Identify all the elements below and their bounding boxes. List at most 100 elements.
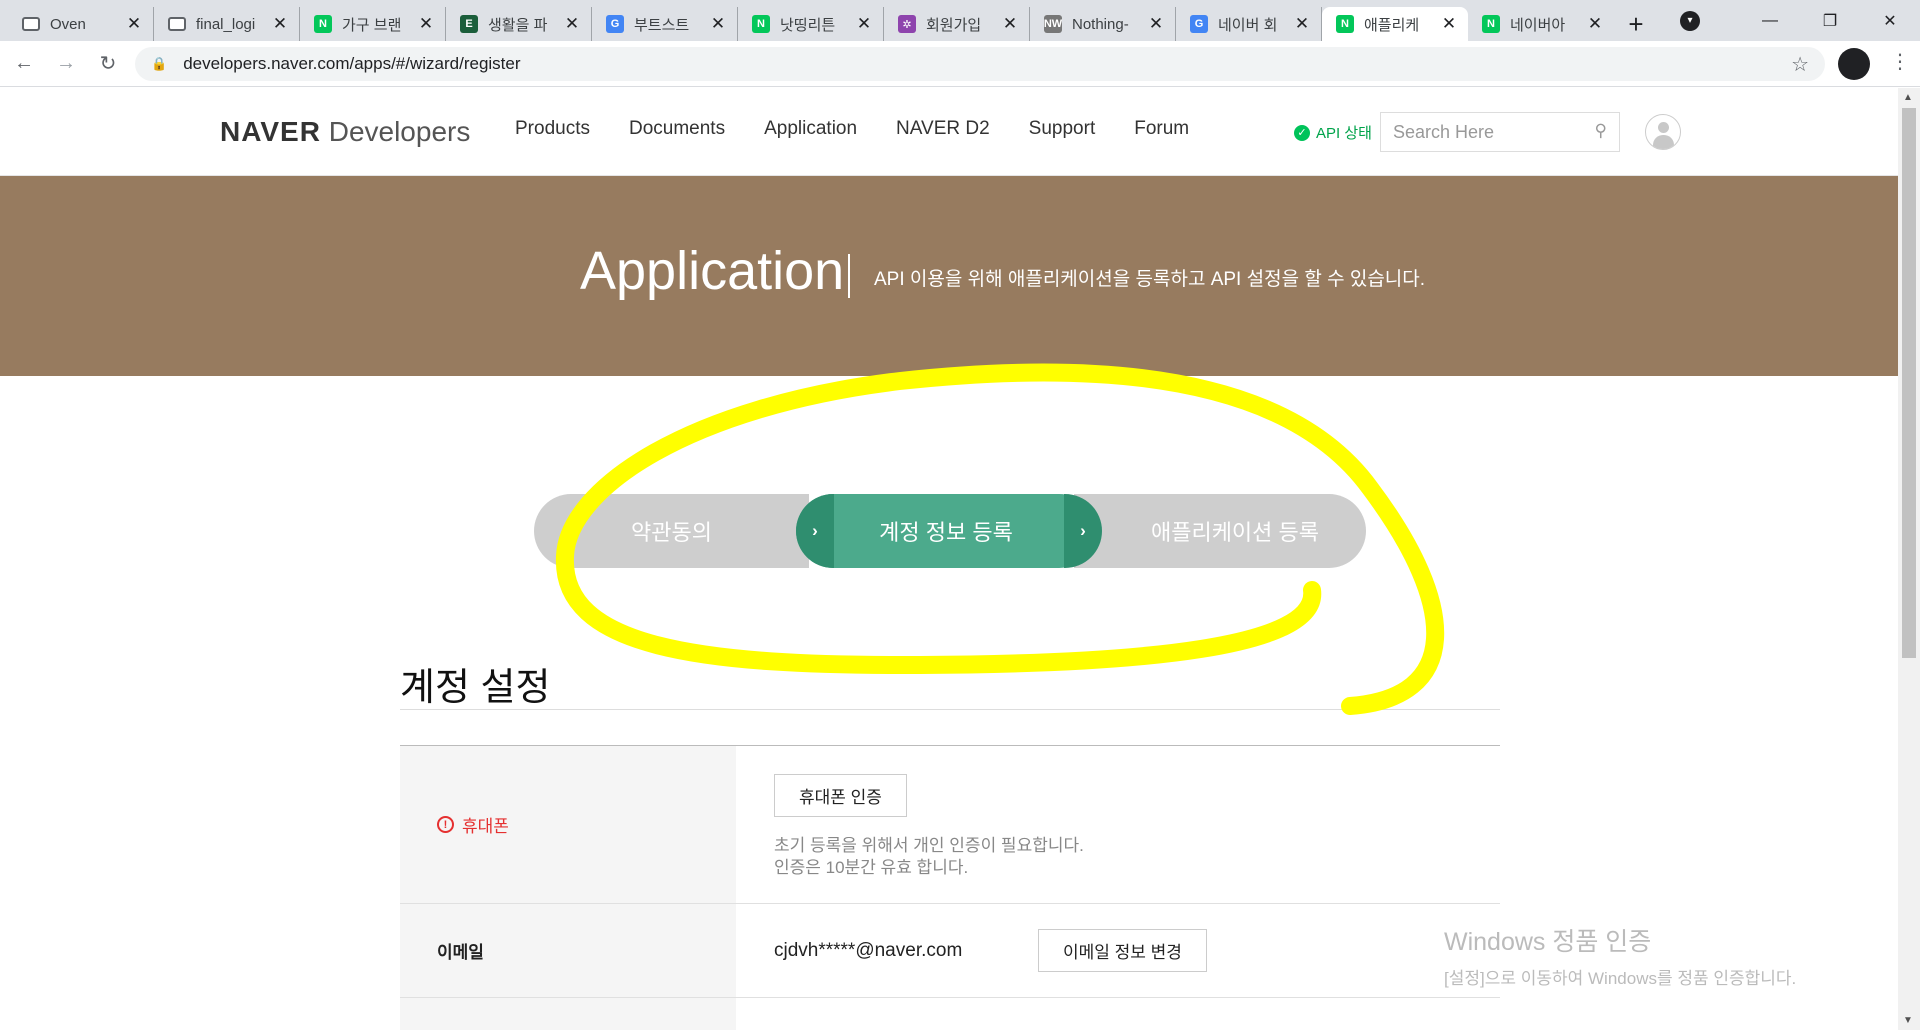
nav-application[interactable]: Application [764, 118, 857, 140]
main-nav: Products Documents Application NAVER D2 … [515, 118, 1228, 140]
tab-close-icon[interactable]: ✕ [1586, 14, 1604, 34]
page-viewport: NAVER Developers Products Documents Appl… [0, 88, 1898, 1030]
restore-button[interactable]: ❐ [1800, 0, 1860, 41]
phone-label: ! 휴대폰 [400, 746, 736, 903]
tab-title: final_logi [196, 15, 256, 33]
page-scrollbar[interactable]: ▲ ▼ [1898, 88, 1920, 1030]
tab-close-icon[interactable]: ✕ [855, 14, 873, 34]
form-row-next [400, 998, 1500, 1030]
phone-help-line1: 초기 등록을 위해서 개인 인증이 필요합니다. [774, 836, 1084, 855]
reload-icon[interactable]: ↻ [90, 46, 126, 82]
account-form: ! 휴대폰 휴대폰 인증 초기 등록을 위해서 개인 인증이 필요합니다. 인증… [400, 745, 1500, 1030]
tab-title: 네이버 회 [1218, 16, 1278, 34]
browser-tab[interactable]: NW Nothing- ✕ [1030, 7, 1176, 41]
browser-tab[interactable]: G 부트스트 ✕ [592, 7, 738, 41]
url-text: developers.naver.com/apps/#/wizard/regis… [183, 54, 521, 73]
site-header: NAVER Developers Products Documents Appl… [0, 88, 1898, 176]
tab-close-icon[interactable]: ✕ [1147, 14, 1165, 34]
tab-close-icon[interactable]: ✕ [709, 14, 727, 34]
tab-title: 네이버아 [1510, 16, 1566, 34]
tab-favicon-icon: N [752, 15, 770, 33]
step-app-register: 애플리케이션 등록 [1074, 494, 1366, 568]
search-icon[interactable]: ⚲ [1595, 121, 1607, 141]
browser-tab[interactable]: ✲ 회원가입 ✕ [884, 7, 1030, 41]
forward-icon[interactable]: → [48, 46, 84, 82]
back-icon[interactable]: ← [6, 46, 42, 82]
browser-tab-strip: Oven ✕ final_logi ✕ N 가구 브랜 ✕ E 생활을 파 ✕ G 부트스트 ✕ N 낫띵리… [0, 0, 1920, 41]
banner-description: API 이용을 위해 애플리케이션을 등록하고 API 설정을 할 수 있습니다… [874, 269, 1426, 290]
browser-tab[interactable]: N 애플리케 ✕ [1322, 7, 1468, 41]
tab-title: Oven [50, 15, 86, 33]
tab-favicon-icon [168, 17, 186, 31]
tab-close-icon[interactable]: ✕ [125, 14, 143, 34]
address-toolbar: ← → ↻ 🔒 developers.naver.com/apps/#/wiza… [0, 41, 1920, 87]
tab-favicon-icon: G [606, 15, 624, 33]
scroll-up-icon[interactable]: ▲ [1903, 92, 1913, 103]
tab-close-icon[interactable]: ✕ [1293, 14, 1311, 34]
form-row-phone: ! 휴대폰 휴대폰 인증 초기 등록을 위해서 개인 인증이 필요합니다. 인증… [400, 746, 1500, 904]
tab-favicon-icon [22, 17, 40, 31]
bookmark-star-icon[interactable]: ☆ [1791, 52, 1809, 77]
browser-tab[interactable]: final_logi ✕ [154, 7, 300, 41]
browser-tab[interactable]: N 네이버아 ✕ [1468, 7, 1614, 41]
nav-naver-d2[interactable]: NAVER D2 [896, 118, 990, 140]
tab-favicon-icon: E [460, 15, 478, 33]
section-divider [400, 709, 1500, 710]
user-avatar[interactable] [1645, 114, 1681, 150]
tab-title: 애플리케 [1364, 16, 1420, 34]
tab-favicon-icon: N [314, 15, 332, 33]
tab-favicon-icon: ✲ [898, 15, 916, 33]
email-value: cjdvh*****@naver.com [774, 939, 963, 961]
browser-tab[interactable]: N 가구 브랜 ✕ [300, 7, 446, 41]
phone-verify-button[interactable]: 휴대폰 인증 [774, 774, 907, 817]
naver-developers-logo[interactable]: NAVER Developers [220, 116, 470, 148]
tab-close-icon[interactable]: ✕ [1001, 14, 1019, 34]
windows-activation-watermark: Windows 정품 인증 [설정]으로 이동하여 Windows를 정품 인증… [1444, 922, 1796, 989]
tab-close-icon[interactable]: ✕ [271, 14, 289, 34]
banner-title: Application [580, 241, 845, 301]
api-status-link[interactable]: ✓ API 상태 [1294, 122, 1372, 143]
tab-search-icon[interactable]: ▾ [1680, 10, 1700, 31]
more-menu-icon[interactable]: ⋮ [1890, 49, 1910, 74]
tab-title: 낫띵리튼 [780, 16, 836, 34]
scroll-down-icon[interactable]: ▼ [1903, 1015, 1913, 1026]
site-search: ⚲ [1380, 112, 1620, 152]
step-account-info: 계정 정보 등록 [796, 494, 1096, 568]
logo-naver-text: NAVER [220, 116, 321, 147]
tab-favicon-icon: N [1336, 15, 1354, 33]
browser-tab[interactable]: G 네이버 회 ✕ [1176, 7, 1322, 41]
phone-label-text: 휴대폰 [462, 817, 509, 836]
lock-icon[interactable]: 🔒 [151, 56, 167, 72]
tab-close-icon[interactable]: ✕ [1440, 14, 1458, 34]
api-status-label: API 상태 [1316, 125, 1372, 142]
new-tab-button[interactable]: + [1614, 7, 1658, 41]
form-row-email: 이메일 cjdvh*****@naver.com 이메일 정보 변경 [400, 904, 1500, 998]
section-title: 계정 설정 [400, 667, 551, 709]
minimize-button[interactable]: — [1740, 0, 1800, 41]
browser-tab[interactable]: E 생활을 파 ✕ [446, 7, 592, 41]
tab-close-icon[interactable]: ✕ [563, 14, 581, 34]
nav-support[interactable]: Support [1029, 118, 1096, 140]
url-bar[interactable]: 🔒 developers.naver.com/apps/#/wizard/reg… [135, 47, 1825, 81]
nav-products[interactable]: Products [515, 118, 590, 140]
scrollbar-thumb[interactable] [1902, 108, 1916, 658]
watermark-line2: [설정]으로 이동하여 Windows를 정품 인증합니다. [1444, 969, 1797, 988]
tab-title: 가구 브랜 [342, 16, 402, 34]
profile-avatar[interactable] [1838, 48, 1870, 80]
wizard-steps: 약관동의 애플리케이션 등록 계정 정보 등록 › › [534, 494, 1366, 568]
tab-favicon-icon: N [1482, 15, 1500, 33]
tab-favicon-icon: G [1190, 15, 1208, 33]
phone-help-line2: 인증은 10분간 유효 합니다. [774, 858, 969, 877]
browser-tab[interactable]: Oven ✕ [8, 7, 154, 41]
change-email-button[interactable]: 이메일 정보 변경 [1038, 929, 1207, 972]
tab-title: 부트스트 [634, 16, 690, 34]
search-input[interactable] [1393, 121, 1573, 143]
close-window-button[interactable]: ✕ [1860, 0, 1920, 41]
check-circle-icon: ✓ [1294, 124, 1310, 141]
tab-title: 생활을 파 [488, 16, 548, 34]
browser-tab[interactable]: N 낫띵리튼 ✕ [738, 7, 884, 41]
application-banner: Application API 이용을 위해 애플리케이션을 등록하고 API … [0, 176, 1898, 376]
tab-close-icon[interactable]: ✕ [417, 14, 435, 34]
nav-forum[interactable]: Forum [1134, 118, 1189, 140]
nav-documents[interactable]: Documents [629, 118, 725, 140]
